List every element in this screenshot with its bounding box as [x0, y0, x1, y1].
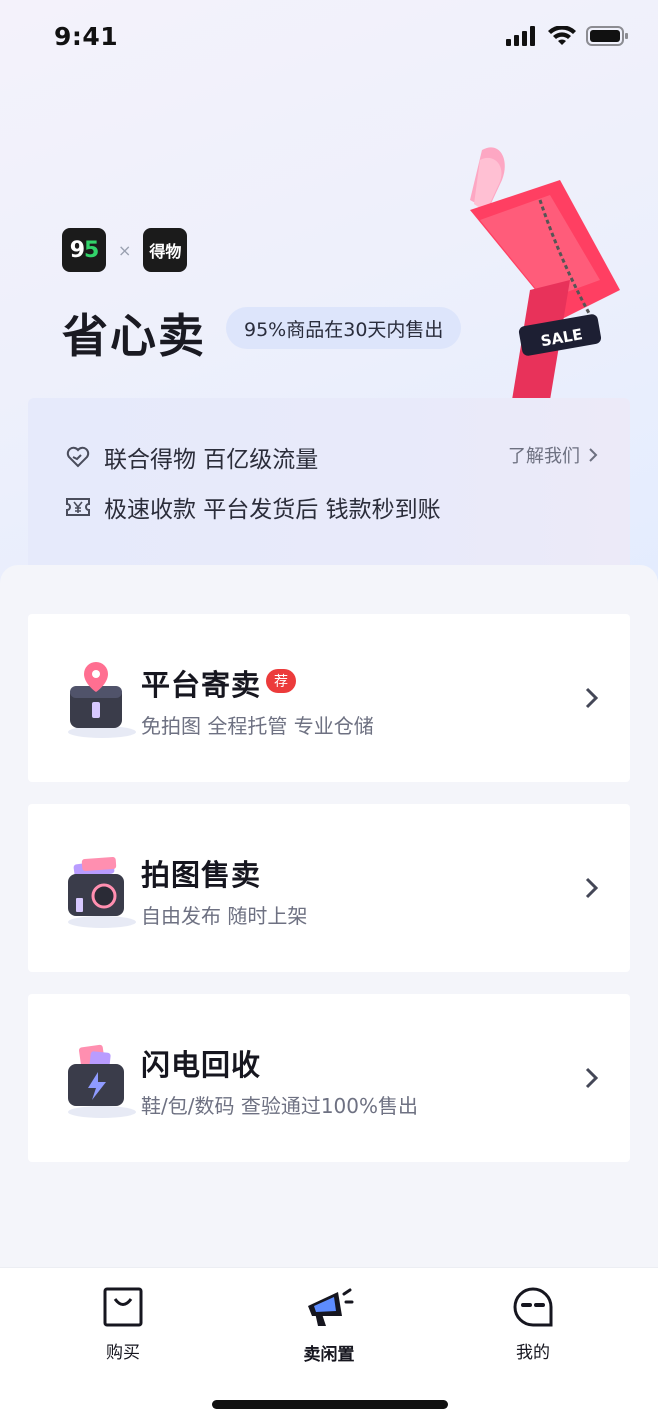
page-title: 省心卖 — [62, 309, 206, 363]
brand-row: 95 × 得物 — [62, 228, 188, 272]
option-subtitle: 自由发布 随时上架 — [141, 904, 308, 928]
options-sheet: 平台寄卖 荐 免拍图 全程托管 专业仓储 拍图售卖 自由发布 随时上架 闪电回收… — [0, 565, 658, 1285]
option-subtitle: 鞋/包/数码 查验通过100%售出 — [141, 1094, 419, 1118]
status-bar: 9:41 — [0, 0, 658, 80]
info-text-payment: 极速收款 平台发货后 钱款秒到账 — [104, 497, 441, 523]
profile-face-icon — [513, 1287, 553, 1327]
learn-more-link[interactable]: 了解我们 — [508, 442, 598, 468]
logo-95-five: 5 — [84, 237, 99, 263]
option-title: 平台寄卖 — [141, 668, 262, 702]
option-title: 闪电回收 — [141, 1048, 262, 1082]
recommended-badge: 荐 — [266, 669, 296, 693]
tab-label: 我的 — [516, 1343, 550, 1363]
info-card: 联合得物 百亿级流量 极速收款 平台发货后 钱款秒到账 了解我们 — [28, 398, 630, 570]
option-subtitle: 免拍图 全程托管 专业仓储 — [141, 714, 374, 738]
logo-dewu-text: 得物 — [149, 242, 182, 261]
tab-mine[interactable]: 我的 — [483, 1286, 583, 1363]
shopping-bag-icon — [103, 1287, 143, 1327]
tab-label: 购买 — [106, 1343, 140, 1363]
yuan-ticket-icon — [66, 498, 90, 516]
option-flash-recycle[interactable]: 闪电回收 鞋/包/数码 查验通过100%售出 — [28, 994, 630, 1162]
logo-95-text: 95 — [69, 237, 100, 263]
option-platform-consignment[interactable]: 平台寄卖 荐 免拍图 全程托管 专业仓储 — [28, 614, 630, 782]
learn-more-label: 了解我们 — [508, 446, 580, 467]
status-icons — [506, 26, 628, 46]
chevron-right-icon — [585, 1067, 599, 1089]
chevron-right-icon — [589, 448, 598, 462]
tab-buy[interactable]: 购买 — [73, 1286, 173, 1363]
price-gun-illustration: SALE — [470, 147, 620, 400]
megaphone-icon — [308, 1288, 354, 1326]
signal-icon — [506, 26, 535, 46]
logo-95: 95 — [62, 228, 106, 272]
info-text-traffic: 联合得物 百亿级流量 — [104, 447, 319, 473]
wifi-icon — [548, 26, 576, 45]
chevron-right-icon — [585, 877, 599, 899]
status-time: 9:41 — [54, 22, 119, 51]
consignment-box-icon — [68, 662, 136, 738]
tab-sell[interactable]: 卖闲置 — [279, 1286, 379, 1365]
chevron-right-icon — [585, 687, 599, 709]
hero-tag: 95%商品在30天内售出 — [226, 307, 462, 349]
home-indicator — [212, 1400, 448, 1409]
logo-dewu: 得物 — [143, 228, 188, 272]
camera-photo-icon — [68, 857, 136, 928]
option-title: 拍图售卖 — [141, 858, 262, 892]
battery-icon — [586, 26, 628, 46]
logo-times: × — [118, 240, 132, 260]
tab-label: 卖闲置 — [303, 1345, 355, 1365]
info-row-payment: 极速收款 平台发货后 钱款秒到账 — [66, 490, 441, 524]
hero-tag-text: 95%商品在30天内售出 — [244, 318, 444, 341]
option-photo-sell[interactable]: 拍图售卖 自由发布 随时上架 — [28, 804, 630, 972]
info-row-traffic: 联合得物 百亿级流量 — [66, 440, 318, 474]
lightning-recycle-icon — [68, 1044, 136, 1118]
handshake-heart-icon — [66, 446, 90, 468]
